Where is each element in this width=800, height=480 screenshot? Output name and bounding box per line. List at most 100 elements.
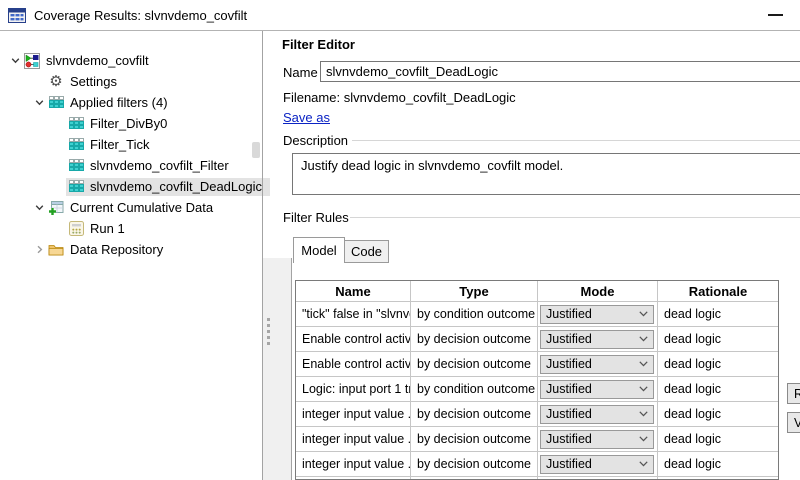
gear-icon: ⚙ [48, 74, 64, 90]
rule-name: Enable control activ... [296, 352, 411, 377]
mode-dropdown[interactable]: Justified [540, 355, 654, 374]
table-header-row: Name Type Mode Rationale [296, 281, 778, 302]
view-button[interactable]: Vi [787, 412, 800, 433]
rule-type: by decision outcome [411, 452, 538, 477]
filter-rules-label: Filter Rules [283, 210, 353, 225]
rule-name: integer input value ... [296, 402, 411, 427]
rule-name: integer input value ... [296, 452, 411, 477]
tab-code[interactable]: Code [345, 240, 389, 263]
mode-dropdown[interactable]: Justified [540, 405, 654, 424]
tree-item-filter-tick[interactable]: Filter_Tick [0, 134, 252, 155]
tree-item-applied-filters[interactable]: Applied filters (4) [0, 92, 252, 113]
mode-dropdown[interactable]: Justified [540, 305, 654, 324]
description-textarea[interactable]: Justify dead logic in slvnvdemo_covfilt … [292, 153, 800, 195]
filter-rules-table: Name Type Mode Rationale "tick" false in… [295, 280, 779, 480]
vertical-scrollbar[interactable] [263, 258, 292, 480]
filter-icon [68, 158, 84, 174]
filter-icon [68, 137, 84, 153]
table-row: Enable control activ... by decision outc… [296, 327, 778, 352]
tree-item-label: Settings [70, 74, 117, 89]
description-label: Description [283, 133, 352, 148]
chevron-right-icon[interactable] [32, 243, 46, 257]
selected-tree-item: slvnvdemo_covfilt_DeadLogic [66, 178, 270, 196]
rule-rationale: dead logic [658, 402, 778, 427]
run-icon [68, 221, 84, 237]
description-groupbox-line [352, 140, 800, 141]
header-mode: Mode [538, 281, 658, 302]
scrollbar-grip-dot [267, 318, 270, 321]
tree-item-settings[interactable]: ⚙ Settings [0, 71, 252, 92]
results-tree: slvnvdemo_covfilt ⚙ Settings [0, 50, 252, 260]
mode-dropdown[interactable]: Justified [540, 330, 654, 349]
tree-item-run-1[interactable]: Run 1 [0, 218, 252, 239]
tree-item-covfilt-filter[interactable]: slvnvdemo_covfilt_Filter [0, 155, 252, 176]
tree-item-label: slvnvdemo_covfilt_DeadLogic [90, 179, 262, 194]
minimize-button[interactable] [758, 0, 792, 30]
filter-name-input[interactable] [320, 61, 800, 82]
rule-type: by condition outcome [411, 377, 538, 402]
folder-icon [48, 242, 64, 258]
tree-item-label: Applied filters (4) [70, 95, 168, 110]
filter-editor-title: Filter Editor [282, 37, 355, 52]
rule-type: by decision outcome [411, 402, 538, 427]
table-row: integer input value ... by decision outc… [296, 427, 778, 452]
rule-rationale: dead logic [658, 302, 778, 327]
chevron-down-icon[interactable] [32, 96, 46, 110]
filter-rules-groupbox-line [350, 217, 800, 218]
table-row: "tick" false in "slvnvd... by condition … [296, 302, 778, 327]
scrollbar-grip-dot [267, 342, 270, 345]
save-as-link[interactable]: Save as [283, 110, 330, 125]
chevron-down-icon[interactable] [32, 201, 46, 215]
chevron-down-icon [639, 336, 648, 342]
model-icon [24, 53, 40, 69]
rule-name: integer input value ... [296, 427, 411, 452]
name-label: Name [283, 65, 318, 81]
tree-item-cumulative-data[interactable]: Current Cumulative Data [0, 197, 252, 218]
tree-scrollbar-thumb[interactable] [252, 142, 260, 158]
table-row: Logic: input port 1 tr... by condition o… [296, 377, 778, 402]
minimize-icon [768, 14, 783, 16]
mode-dropdown[interactable]: Justified [540, 455, 654, 474]
rule-rationale: dead logic [658, 377, 778, 402]
tree-item-data-repository[interactable]: Data Repository [0, 239, 252, 260]
window-title: Coverage Results: slvnvdemo_covfilt [34, 8, 247, 23]
tree-item-label: Filter_Tick [90, 137, 149, 152]
tree-item-model[interactable]: slvnvdemo_covfilt [0, 50, 252, 71]
chevron-down-icon[interactable] [8, 54, 22, 68]
tab-model[interactable]: Model [293, 237, 345, 263]
remove-rule-button[interactable]: R [787, 383, 800, 404]
chevron-down-icon [639, 461, 648, 467]
table-row: integer input value ... by decision outc… [296, 452, 778, 477]
chevron-down-icon [639, 361, 648, 367]
tree-item-covfilt-deadlogic[interactable]: slvnvdemo_covfilt_DeadLogic [0, 176, 252, 197]
rule-type: by decision outcome [411, 352, 538, 377]
rule-rationale: dead logic [658, 327, 778, 352]
rule-rationale: dead logic [658, 352, 778, 377]
filename-text: Filename: slvnvdemo_covfilt_DeadLogic [283, 90, 516, 105]
header-name: Name [296, 281, 411, 302]
mode-dropdown[interactable]: Justified [540, 430, 654, 449]
chevron-down-icon [639, 311, 648, 317]
tree-item-filter-divby0[interactable]: Filter_DivBy0 [0, 113, 252, 134]
rule-rationale: dead logic [658, 452, 778, 477]
rule-rationale: dead logic [658, 427, 778, 452]
tree-item-label: Run 1 [90, 221, 125, 236]
rule-name: Enable control activ... [296, 327, 411, 352]
chevron-down-icon [639, 411, 648, 417]
tree-item-label: slvnvdemo_covfilt_Filter [90, 158, 229, 173]
title-bar: Coverage Results: slvnvdemo_covfilt [0, 0, 800, 31]
rule-type: by decision outcome [411, 327, 538, 352]
mode-dropdown[interactable]: Justified [540, 380, 654, 399]
scrollbar-grip-dot [267, 330, 270, 333]
rule-name: "tick" false in "slvnvd... [296, 302, 411, 327]
tree-item-label: Filter_DivBy0 [90, 116, 167, 131]
table-row: integer input value ... by decision outc… [296, 402, 778, 427]
applied-filters-icon [48, 95, 64, 111]
rule-type: by condition outcome [411, 302, 538, 327]
header-type: Type [411, 281, 538, 302]
description-text: Justify dead logic in slvnvdemo_covfilt … [301, 158, 563, 173]
tree-item-label: slvnvdemo_covfilt [46, 53, 149, 68]
scrollbar-grip-dot [267, 336, 270, 339]
rule-type: by decision outcome [411, 427, 538, 452]
tree-item-label: Data Repository [70, 242, 163, 257]
